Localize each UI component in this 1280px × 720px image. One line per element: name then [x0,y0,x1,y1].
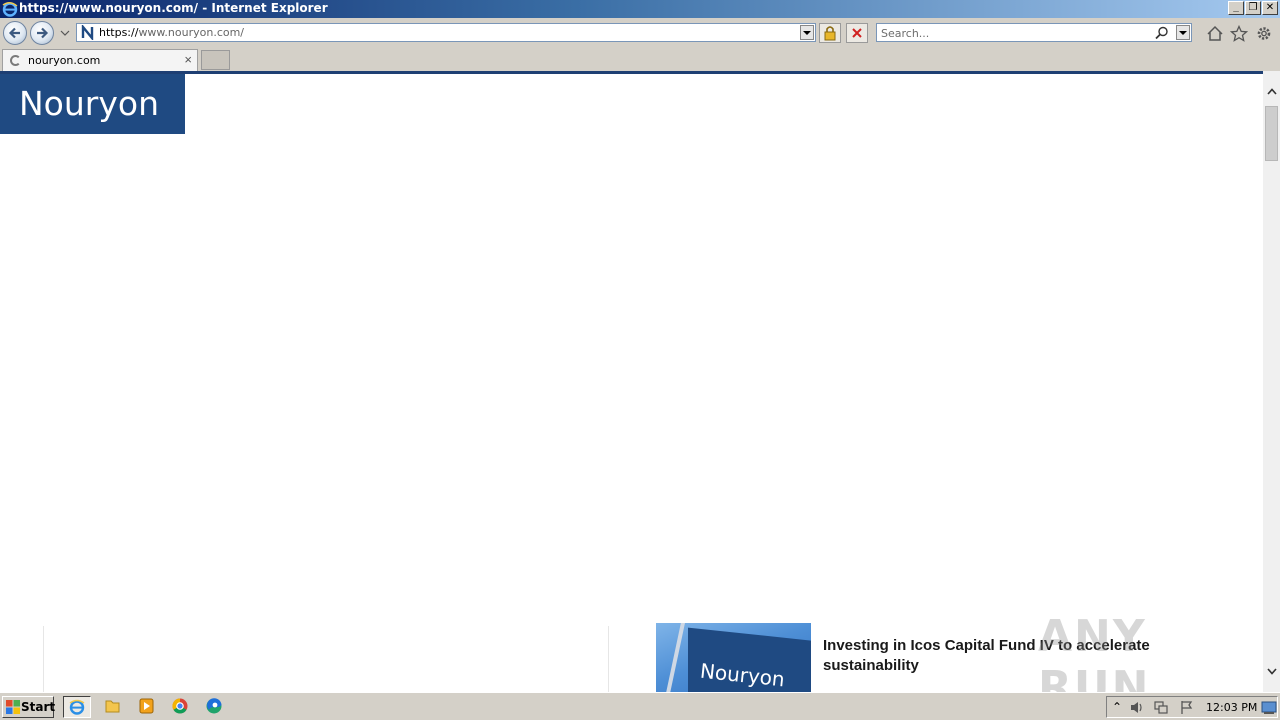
windows-logo-icon [6,700,20,714]
forward-arrow-icon [37,27,49,39]
action-center-flag-icon[interactable] [1179,700,1195,715]
system-tray: ⌃ 12:03 PM [1106,696,1278,718]
scrollbar-thumb[interactable] [1265,106,1278,161]
minimize-button[interactable]: _ [1228,1,1244,15]
search-box[interactable]: Search... [876,23,1192,42]
restore-button[interactable]: ❐ [1245,1,1261,15]
flag-pole [663,623,686,692]
column-divider [608,626,609,692]
nouryon-logo[interactable]: Nouryon [0,74,185,134]
navigation-toolbar: https://www.nouryon.com/ Search... [0,18,1280,47]
start-button[interactable]: Start [2,696,56,718]
chrome-icon [172,698,188,714]
media-player-icon [139,698,154,714]
back-button[interactable] [3,21,27,45]
tab-bar: nouryon.com × [0,47,1280,71]
network-icon[interactable] [1153,700,1169,715]
loading-spinner-icon [10,55,21,66]
folder-icon [105,700,120,713]
back-arrow-icon [8,27,20,39]
search-placeholder: Search... [881,27,930,40]
show-hidden-icons-chevron-icon[interactable]: ⌃ [1112,700,1122,714]
page-top-border [0,71,1263,74]
close-tab-icon[interactable]: × [184,52,192,67]
taskbar-clock[interactable]: 12:03 PM [1206,701,1257,714]
column-divider [43,626,44,692]
recent-pages-dropdown-icon[interactable] [60,30,70,36]
favorites-star-icon[interactable] [1230,25,1248,42]
address-bar[interactable]: https://www.nouryon.com/ [76,23,816,42]
taskbar-chrome[interactable] [167,696,195,718]
tab-label: nouryon.com [28,54,101,67]
stop-button[interactable] [846,23,868,43]
home-icon[interactable] [1206,25,1224,42]
security-lock-button[interactable] [819,23,841,43]
edge-icon [206,698,222,714]
close-window-button[interactable]: ✕ [1262,1,1278,15]
anyrun-watermark: ANY RUN [1038,611,1151,692]
scroll-down-icon[interactable] [1267,668,1277,675]
tab-nouryon[interactable]: nouryon.com × [2,49,198,71]
start-label: Start [21,700,56,714]
taskbar-internet-explorer[interactable] [63,696,91,718]
address-dropdown-button[interactable] [800,25,814,40]
lock-icon [824,26,836,41]
internet-explorer-icon [2,2,18,17]
show-desktop-icon[interactable] [1261,700,1277,715]
chevron-down-icon [1179,31,1187,35]
search-icon[interactable] [1155,26,1169,40]
taskbar: Start ⌃ 12:03 PM [0,692,1280,720]
address-scheme: https:// [99,26,139,39]
address-url[interactable]: https://www.nouryon.com/ [99,26,244,39]
gear-icon[interactable] [1255,25,1273,42]
internet-explorer-icon [69,699,85,715]
stop-x-icon [852,28,862,38]
forward-button[interactable] [30,21,54,45]
window-title: https://www.nouryon.com/ - Internet Expl… [19,1,328,15]
search-dropdown-button[interactable] [1176,25,1190,40]
scroll-up-icon[interactable] [1267,88,1277,95]
title-bar: https://www.nouryon.com/ - Internet Expl… [0,0,1280,18]
news-thumbnail-flag-image[interactable]: Nouryon [656,623,811,692]
volume-icon[interactable] [1129,700,1145,715]
taskbar-media-player[interactable] [133,696,161,718]
page-viewport: Nouryon Nouryon Investing in Icos Capita… [0,71,1263,692]
chevron-down-icon [803,31,811,35]
taskbar-file-explorer[interactable] [99,696,127,718]
logo-wordmark: Nouryon [19,84,159,123]
vertical-scrollbar[interactable] [1263,71,1280,692]
taskbar-edge[interactable] [201,696,229,718]
address-host: www.nouryon.com/ [138,26,245,39]
new-tab-button[interactable] [201,50,230,70]
nouryon-favicon-icon [80,25,95,40]
